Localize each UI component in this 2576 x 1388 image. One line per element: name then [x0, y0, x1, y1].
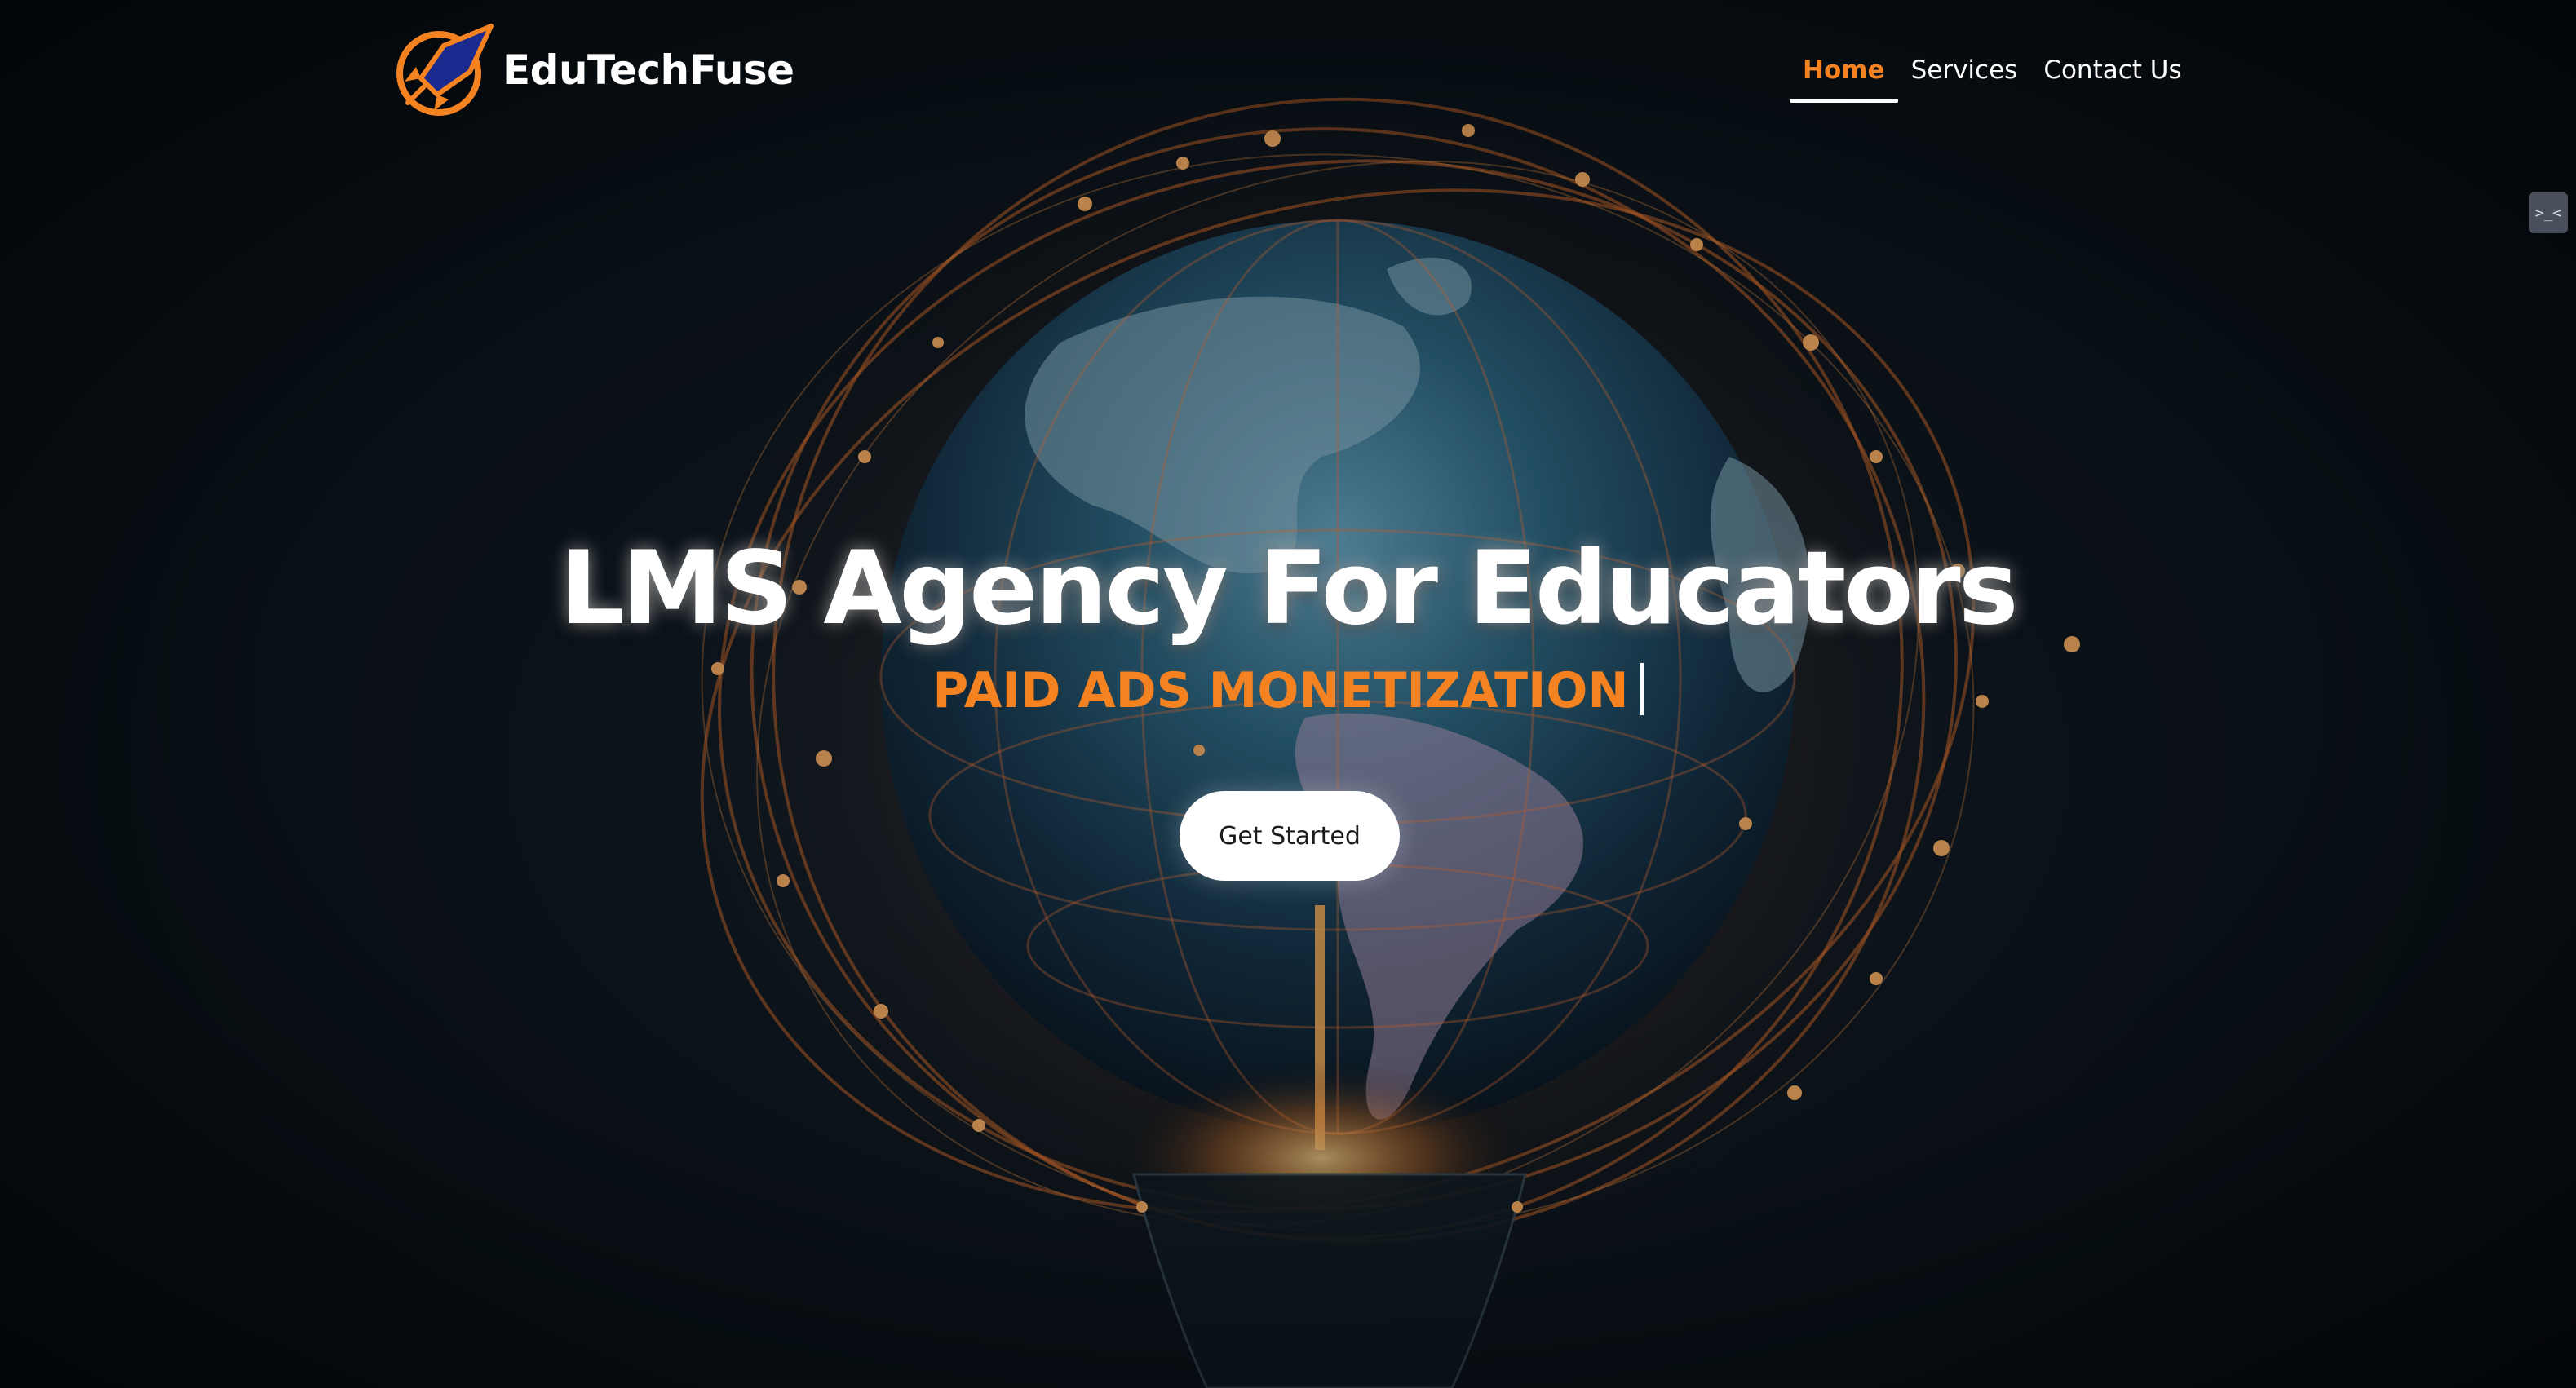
landing-page: EduTechFuse Home Services Contact Us >_<…	[0, 0, 2576, 1388]
typing-cursor	[1640, 663, 1644, 715]
brand-name: EduTechFuse	[502, 46, 794, 94]
hero-subtitle-text: PAID ADS MONETIZATION	[932, 662, 1629, 719]
nav-item-home[interactable]: Home	[1790, 47, 1898, 103]
hero-title: LMS Agency For Educators	[560, 530, 2018, 648]
nav-item-contact-us[interactable]: Contact Us	[2030, 47, 2194, 103]
main-nav: Home Services Contact Us	[1790, 47, 2195, 103]
brand-logo-link[interactable]: EduTechFuse	[392, 21, 794, 119]
rocket-icon	[396, 24, 494, 116]
top-navbar: EduTechFuse Home Services Contact Us	[0, 0, 2576, 139]
nav-item-services[interactable]: Services	[1898, 47, 2031, 103]
get-started-button[interactable]: Get Started	[1180, 791, 1400, 881]
hero-subtitle: PAID ADS MONETIZATION	[0, 662, 2576, 719]
code-icon[interactable]: >_<	[2529, 192, 2568, 233]
